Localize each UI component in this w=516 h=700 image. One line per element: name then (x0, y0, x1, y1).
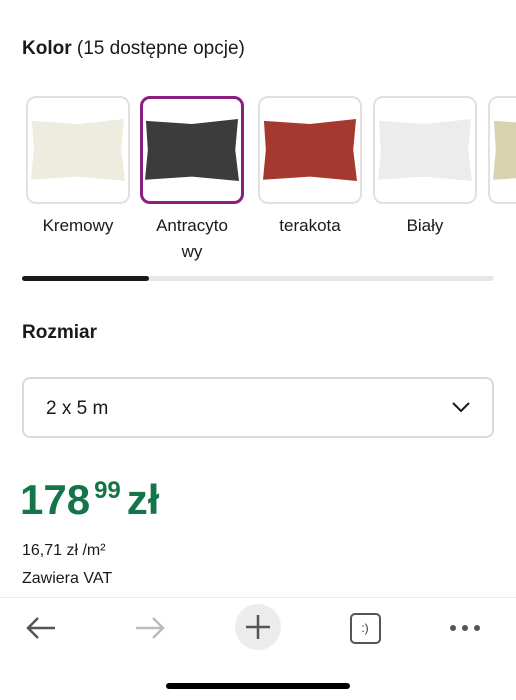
color-label: Kolor (22, 38, 72, 59)
swatch-bialy[interactable]: Biały (373, 96, 477, 239)
price-currency: zł (126, 476, 160, 523)
swatch-kremowy[interactable]: Kremowy (26, 96, 130, 239)
swatch-color-sample (378, 119, 472, 181)
color-swatch-carousel[interactable]: Kremowy Antracyto wy terakota Biały (26, 96, 516, 271)
swatch-frame[interactable] (373, 96, 477, 204)
swatch-color-sample (145, 119, 239, 181)
carousel-scrollbar[interactable] (22, 276, 494, 281)
swatch-frame[interactable] (26, 96, 130, 204)
forward-arrow-icon[interactable] (125, 603, 175, 653)
price-decimal: 99 (94, 477, 121, 504)
new-tab-plus-icon[interactable] (235, 604, 281, 650)
tab-switcher-face: :) (349, 612, 381, 644)
swatch-color-sample (493, 119, 516, 181)
swatch-label: terakota (279, 216, 341, 235)
swatch-terakota[interactable]: terakota (258, 96, 362, 239)
price-integer: 178 (20, 476, 91, 523)
swatch-frame-selected[interactable] (140, 96, 244, 204)
swatch-label: Antracyto wy (156, 216, 228, 261)
swatch-partial-next[interactable] (488, 96, 516, 204)
size-select-dropdown[interactable]: 2 x 5 m (22, 377, 494, 438)
swatch-color-sample (31, 119, 125, 181)
color-heading: Kolor (15 dostępne opcje) (22, 38, 245, 60)
size-selected-value: 2 x 5 m (46, 398, 109, 419)
back-arrow-icon[interactable] (16, 603, 66, 653)
swatch-frame[interactable] (488, 96, 516, 204)
color-options-count: (15 dostępne opcje) (76, 38, 245, 59)
vat-note: Zawiera VAT (22, 570, 113, 587)
tab-switcher-icon[interactable]: :) (340, 603, 390, 653)
unit-price: 16,71 zł /m² (22, 542, 106, 559)
carousel-scroll-thumb[interactable] (22, 276, 149, 281)
swatch-antracytowy[interactable]: Antracyto wy (140, 96, 244, 265)
chevron-down-icon (452, 402, 470, 413)
swatch-label: Kremowy (42, 216, 114, 235)
more-dots-icon[interactable] (440, 603, 490, 653)
swatch-frame[interactable] (258, 96, 362, 204)
size-heading: Rozmiar (22, 322, 97, 343)
home-indicator[interactable] (166, 683, 350, 689)
swatch-label: Biały (406, 216, 444, 235)
swatch-color-sample (263, 119, 357, 181)
price: 178 99 zł (20, 476, 159, 524)
